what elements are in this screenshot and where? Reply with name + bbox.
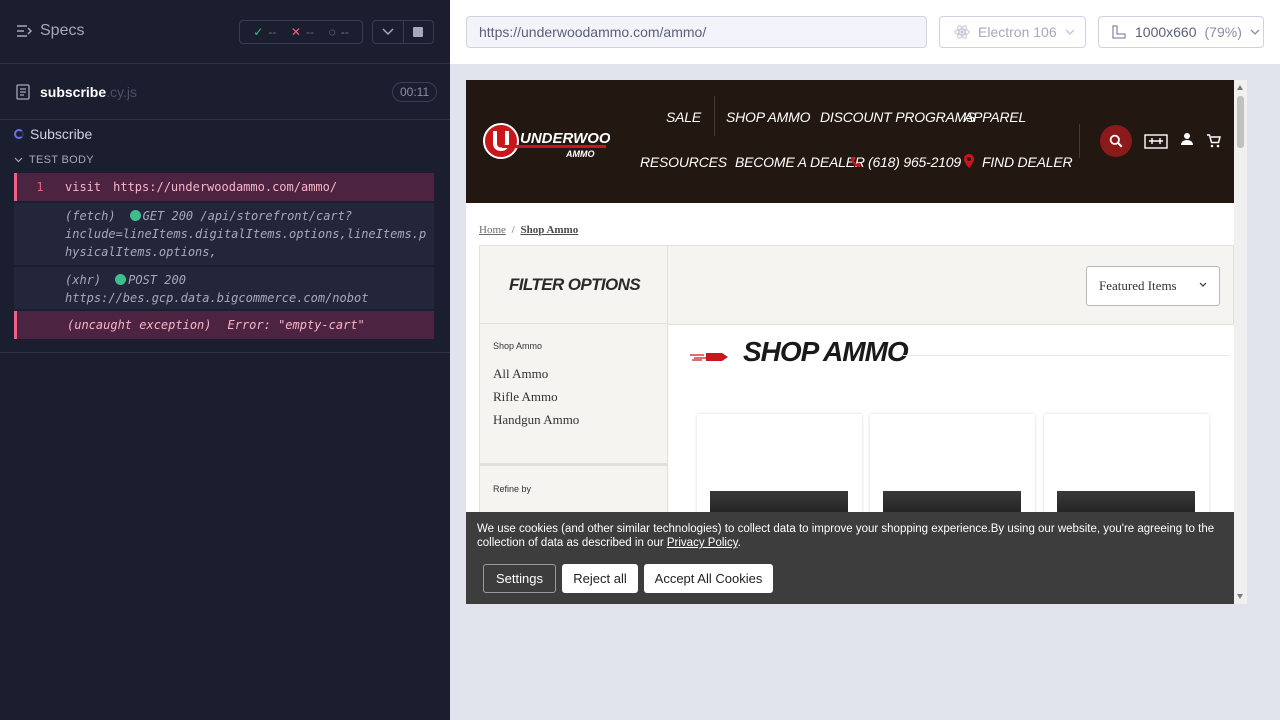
category-link[interactable]: Handgun Ammo [493,412,579,428]
chevron-down-icon [14,157,23,163]
nav-resources[interactable]: RESOURCES [640,154,727,170]
sort-select[interactable]: Featured Items [1086,266,1220,306]
sort-bar: Featured Items [668,245,1234,325]
cypress-runner: Specs ✓ -- ✕ -- ◌ -- subscribe.cy.js 00:… [0,0,1280,720]
aut-toolbar: https://underwoodammo.com/ammo/ Electron… [450,0,1280,64]
reporter-panel: Specs ✓ -- ✕ -- ◌ -- subscribe.cy.js 00:… [0,0,450,720]
x-icon: ✕ [290,25,301,39]
phone-icon [851,157,861,167]
scroll-thumb[interactable] [1237,96,1244,148]
specs-list-icon [17,25,32,37]
nav-apparel[interactable]: APPAREL [964,109,1026,125]
refine-heading: Refine by [493,484,532,494]
product-card[interactable] [1044,414,1209,531]
account-icon[interactable] [1180,132,1194,146]
failed-stat: ✕ -- [290,25,314,39]
expand-button[interactable] [373,21,403,43]
aut-iframe: UNDERWOOD AMMO SALE SHOP AMMO DISCOUNT P… [466,80,1247,604]
suite-title[interactable]: Subscribe [14,126,92,142]
bullet-icon [690,353,728,361]
category-panel: Shop Ammo All Ammo Rifle Ammo Handgun Am… [479,323,668,464]
logo-icon: UNDERWOOD AMMO [483,123,622,159]
chevron-down-icon [1250,29,1260,35]
svg-text:UNDERWOOD: UNDERWOOD [520,130,610,147]
chevron-down-icon [382,28,394,36]
passed-stat: ✓ -- [253,25,277,39]
browser-selector[interactable]: Electron 106 [939,16,1086,48]
chevron-down-icon [1199,282,1207,287]
site-header: UNDERWOOD AMMO SALE SHOP AMMO DISCOUNT P… [466,80,1234,203]
search-button[interactable] [1100,125,1132,157]
privacy-policy-link[interactable]: Privacy Policy [667,537,738,549]
nav-sale[interactable]: SALE [666,109,701,125]
ruler-icon [1112,25,1126,39]
product-card[interactable] [870,414,1035,531]
document-icon [16,84,30,100]
header-divider [1079,124,1080,158]
duration-badge: 00:11 [392,82,438,102]
status-dot-icon [129,210,141,221]
cookie-settings-button[interactable]: Settings [483,564,556,593]
scrollbar[interactable] [1234,80,1247,604]
breadcrumb: Home / Shop Ammo [479,224,579,236]
breadcrumb-current[interactable]: Shop Ammo [520,224,578,236]
nav-find-dealer[interactable]: FIND DEALER [964,154,1073,170]
pending-stat: ◌ -- [328,25,349,39]
category-link[interactable]: Rifle Ammo [493,389,558,405]
title-rule [903,355,1229,356]
category-heading: Shop Ammo [493,341,543,351]
command-fetch[interactable]: (fetch) GET 200 /api/storefront/cart? inc… [14,203,434,265]
spec-file-header: subscribe.cy.js 00:11 [0,64,450,120]
nav-discount-programs[interactable]: DISCOUNT PROGRAMS [820,109,975,125]
svg-text:AMMO: AMMO [565,149,595,159]
check-icon: ✓ [253,25,264,39]
status-dot-icon [115,274,127,285]
accept-all-cookies-button[interactable]: Accept All Cookies [644,564,773,593]
reject-all-button[interactable]: Reject all [562,564,638,593]
stop-button[interactable] [402,21,434,43]
product-card[interactable] [697,414,862,531]
command-xhr[interactable]: (xhr) POST 200 https://bes.gcp.data.bigco… [14,267,434,309]
category-link[interactable]: All Ammo [493,366,548,382]
url-bar[interactable]: https://underwoodammo.com/ammo/ [466,16,927,48]
nav-shop-ammo[interactable]: SHOP AMMO [726,109,810,125]
cookie-text: We use cookies (and other similar techno… [477,523,1215,549]
pending-icon: ◌ [328,25,336,39]
test-body-header[interactable]: TEST BODY [14,154,94,166]
app-under-test: https://underwoodammo.com/ammo/ Electron… [450,0,1280,720]
compare-icon[interactable] [1144,132,1168,150]
scroll-up-arrow-icon[interactable] [1237,85,1243,90]
command-visit[interactable]: 1 visit https://underwoodammo.com/ammo/ [14,173,434,201]
filter-options-panel: FILTER OPTIONS [479,245,668,325]
electron-icon [954,25,970,39]
viewport-selector[interactable]: 1000x660 (79%) [1098,16,1264,48]
run-controls [372,20,434,44]
running-icon [14,129,24,139]
specs-button[interactable]: Specs [16,22,84,40]
filter-title: FILTER OPTIONS [509,275,641,294]
stop-icon [413,27,424,37]
search-icon [1109,134,1123,148]
underwood-logo[interactable]: UNDERWOOD AMMO [482,122,622,167]
scroll-down-arrow-icon[interactable] [1237,594,1243,599]
specs-label: Specs [40,22,85,39]
divider [0,352,450,353]
nav-become-dealer[interactable]: BECOME A DEALER [735,154,865,170]
map-pin-icon [964,154,974,168]
reporter-header: Specs ✓ -- ✕ -- ◌ -- [0,0,450,64]
nav-divider [714,96,715,136]
chevron-down-icon [1065,29,1075,35]
cookie-banner: We use cookies (and other similar techno… [466,512,1247,604]
cart-icon[interactable] [1207,134,1221,148]
spec-file-name: subscribe.cy.js [40,84,137,100]
test-stats: ✓ -- ✕ -- ◌ -- [239,20,363,44]
breadcrumb-home[interactable]: Home [479,224,506,236]
page-title: SHOP AMMO [743,336,909,367]
command-uncaught-exception[interactable]: (uncaught exception) Error: "empty-cart" [14,311,434,339]
nav-phone[interactable]: (618) 965-2109 [850,154,961,170]
